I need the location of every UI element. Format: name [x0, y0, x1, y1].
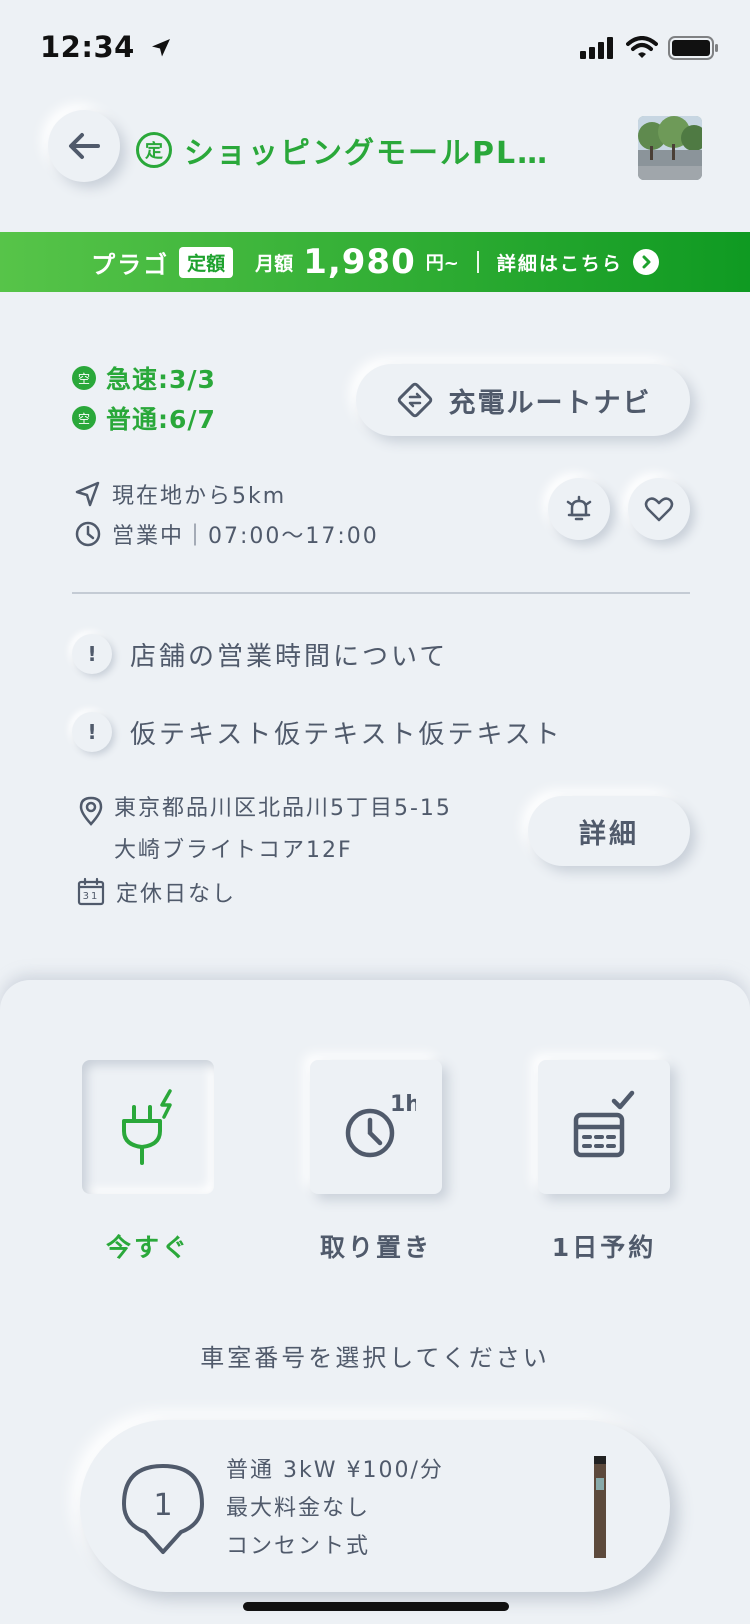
mode-hold-label: 取り置き [319, 1233, 432, 1262]
divider [72, 592, 690, 594]
notice-store-hours[interactable]: ! 店舗の営業時間について [72, 634, 448, 674]
room-card[interactable]: 1 普通 3kW ¥100/分 最大料金なし コンセント式 [80, 1420, 670, 1592]
address-lines: 東京都品川区北品川5丁目5-15 大崎ブライトコア12F [114, 788, 452, 872]
exclamation-icon: ! [72, 712, 112, 752]
back-button[interactable] [48, 110, 120, 182]
location-pin-icon: 1 [122, 1464, 204, 1554]
holiday-row: 31 定休日なし [76, 876, 236, 908]
mode-hold[interactable]: 1h 取り置き [310, 1060, 442, 1264]
plan-name: プラゴ [91, 250, 170, 279]
plan-yen: 円~ [425, 253, 459, 274]
mode-now-box[interactable] [82, 1060, 214, 1194]
distance-text: 現在地から5km [112, 484, 287, 509]
alarm-bell-icon [566, 495, 592, 521]
availability: 空 急速:3/3 空 普通:6/7 [72, 358, 216, 438]
mode-day-reserve-box[interactable] [538, 1060, 670, 1194]
room-number-pin: 1 [120, 1460, 206, 1560]
room-number: 1 [153, 1488, 172, 1523]
clock-1h-icon: 1h [345, 1092, 416, 1158]
chevron-right-icon[interactable] [632, 249, 659, 275]
plan-detail-link[interactable]: 詳細はこちら [497, 249, 623, 276]
exclamation-icon: ! [72, 634, 112, 674]
fast-charger-count: 急速:3/3 [106, 365, 216, 394]
mode-day-reserve[interactable]: 1日予約 [538, 1060, 670, 1264]
status-time: 12:34 [40, 30, 173, 64]
hours-text: 営業中｜07:00～17:00 [112, 524, 379, 549]
status-bar: 12:34 [0, 0, 750, 96]
home-indicator [243, 1602, 509, 1611]
plug-bolt-icon [122, 1089, 172, 1165]
mode-day-reserve-label: 1日予約 [551, 1233, 657, 1262]
route-diamond-icon [397, 382, 432, 418]
station-photo-icon [638, 116, 702, 180]
detail-button[interactable]: 詳細 [528, 796, 690, 866]
alert-button[interactable] [548, 478, 610, 540]
calendar-icon: 31 [77, 877, 105, 906]
normal-charger-count: 普通:6/7 [106, 405, 216, 434]
station-title: 定 ショッピングモールPL… [136, 128, 549, 172]
station-thumbnail[interactable] [638, 116, 702, 180]
cellular-signal-icon [580, 37, 613, 59]
notice-text: 店舗の営業時間について [130, 641, 449, 672]
arrow-left-icon [69, 133, 100, 159]
address-line-1: 東京都品川区北品川5丁目5-15 [114, 796, 452, 821]
room-connector: コンセント式 [226, 1534, 371, 1559]
distance-row: 現在地から5km [74, 478, 286, 510]
mode-hold-box[interactable]: 1h [310, 1060, 442, 1194]
heart-icon [644, 497, 674, 522]
room-spec: 普通 3kW ¥100/分 [226, 1458, 444, 1483]
select-room-prompt: 車室番号を選択してください [200, 1344, 550, 1372]
favorite-button[interactable] [628, 478, 690, 540]
plan-tag: 定額 [179, 246, 234, 278]
availability-fast: 空 急速:3/3 [72, 358, 216, 398]
battery-icon [668, 36, 718, 60]
address-line-2: 大崎ブライトコア12F [114, 838, 353, 863]
hours-row: 営業中｜07:00～17:00 [74, 518, 379, 550]
plan-separator [476, 251, 479, 273]
status-time-text: 12:34 [40, 30, 135, 64]
vacancy-icon: 空 [72, 366, 96, 390]
status-icons [580, 36, 720, 60]
charger-image [594, 1456, 606, 1558]
address-block: 東京都品川区北品川5丁目5-15 大崎ブライトコア12F [78, 796, 452, 872]
plan-banner[interactable]: プラゴ 定額 月額 1,980 円~ 詳細はこちら [0, 232, 750, 292]
holiday-text: 定休日なし [116, 882, 237, 907]
notice-text: 仮テキスト仮テキスト仮テキスト [130, 719, 563, 750]
plan-month-label: 月額 [255, 252, 294, 275]
clock-icon [75, 521, 101, 547]
mode-now[interactable]: 今すぐ [82, 1060, 214, 1264]
fixed-rate-badge: 定 [136, 132, 172, 168]
route-navi-label: 充電ルートナビ [448, 387, 652, 419]
calendar-check-icon [573, 1090, 635, 1158]
vacancy-icon: 空 [72, 406, 96, 430]
calendar-day-text: 31 [83, 891, 100, 902]
availability-normal: 空 普通:6/7 [72, 398, 216, 438]
route-navi-button[interactable]: 充電ルートナビ [356, 364, 690, 436]
wifi-icon [626, 36, 658, 58]
navigation-arrow-icon [75, 481, 100, 507]
room-info: 普通 3kW ¥100/分 最大料金なし コンセント式 [226, 1452, 444, 1566]
mode-now-label: 今すぐ [105, 1233, 190, 1262]
location-arrow-icon [152, 39, 171, 57]
notice-placeholder[interactable]: ! 仮テキスト仮テキスト仮テキスト [72, 712, 563, 752]
page-title: ショッピングモールPL… [184, 136, 550, 171]
plan-price: 1,980 [303, 242, 416, 282]
header: 定 ショッピングモールPL… [0, 110, 750, 190]
room-max-fee: 最大料金なし [226, 1496, 371, 1521]
hold-duration-badge: 1h [390, 1092, 416, 1117]
map-pin-icon [79, 796, 103, 826]
